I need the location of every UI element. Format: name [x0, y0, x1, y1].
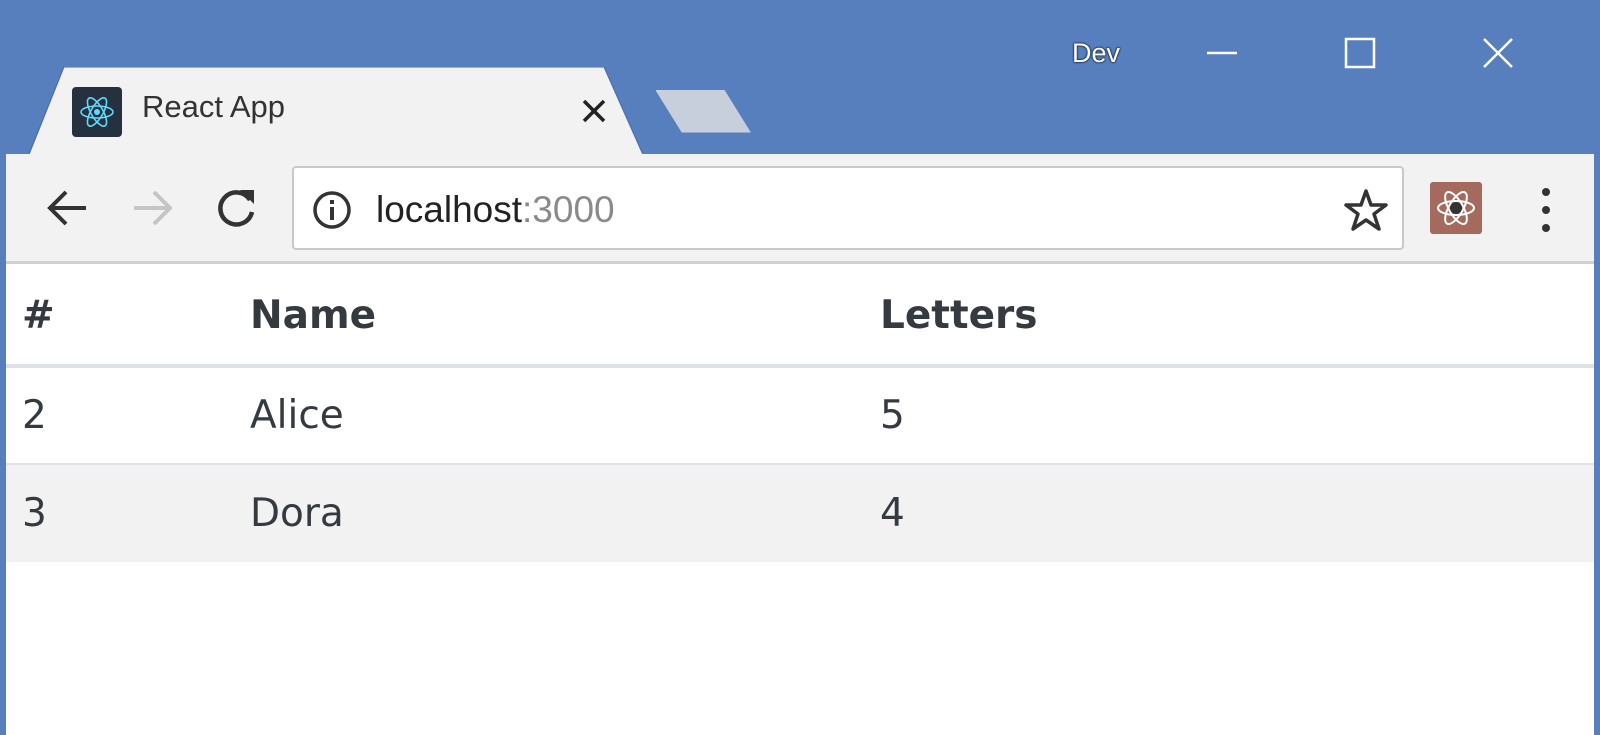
- url-text[interactable]: localhost:3000: [376, 188, 615, 232]
- close-window-button[interactable]: [1458, 18, 1538, 88]
- browser-window: Dev React App localhost:3000 # Name Lett…: [0, 0, 1600, 735]
- minimize-button[interactable]: [1182, 18, 1262, 88]
- arrow-right-icon: [134, 190, 173, 226]
- reload-button[interactable]: [206, 178, 266, 238]
- forward-button[interactable]: [124, 178, 184, 238]
- cell-number: 2: [6, 365, 234, 464]
- data-table: # Name Letters 2 Alice 5 3 Dora 4: [6, 266, 1594, 562]
- minimize-icon: [1207, 51, 1237, 55]
- maximize-icon: [1344, 37, 1376, 69]
- url-port: :3000: [522, 189, 615, 230]
- toolbar: localhost:3000: [6, 154, 1594, 264]
- header-letters: Letters: [864, 266, 1594, 368]
- tab-react-app[interactable]: React App: [28, 67, 660, 157]
- tab-shape: [28, 67, 645, 157]
- info-icon[interactable]: [310, 188, 354, 232]
- profile-label[interactable]: Dev: [1072, 38, 1120, 69]
- three-dots-vertical-icon[interactable]: [1526, 182, 1566, 238]
- star-icon[interactable]: [1342, 186, 1390, 234]
- table-header-row: # Name Letters: [6, 266, 1594, 368]
- cell-number: 3: [6, 463, 234, 562]
- arrow-left-icon: [47, 190, 86, 226]
- url-host: localhost: [376, 189, 523, 230]
- close-icon: [1483, 38, 1513, 68]
- react-devtools-icon[interactable]: [1430, 182, 1482, 234]
- tab-title: React App: [142, 89, 286, 124]
- react-logo-icon: [72, 87, 122, 137]
- page-content: # Name Letters 2 Alice 5 3 Dora 4: [6, 266, 1594, 735]
- title-bar: Dev React App: [6, 0, 1594, 157]
- close-icon: [582, 99, 606, 123]
- table-row: 3 Dora 4: [6, 463, 1594, 562]
- header-number: #: [6, 266, 234, 368]
- reload-icon: [218, 190, 255, 227]
- address-bar[interactable]: localhost:3000: [292, 166, 1404, 250]
- cell-letters: 5: [864, 365, 1594, 464]
- back-button[interactable]: [36, 178, 96, 238]
- cell-name: Alice: [234, 365, 864, 464]
- header-name: Name: [234, 266, 864, 368]
- table-row: 2 Alice 5: [6, 365, 1594, 464]
- new-tab-button[interactable]: [656, 90, 758, 138]
- maximize-button[interactable]: [1320, 18, 1400, 88]
- tab-close-button[interactable]: [574, 91, 614, 131]
- cell-letters: 4: [864, 463, 1594, 562]
- cell-name: Dora: [234, 463, 864, 562]
